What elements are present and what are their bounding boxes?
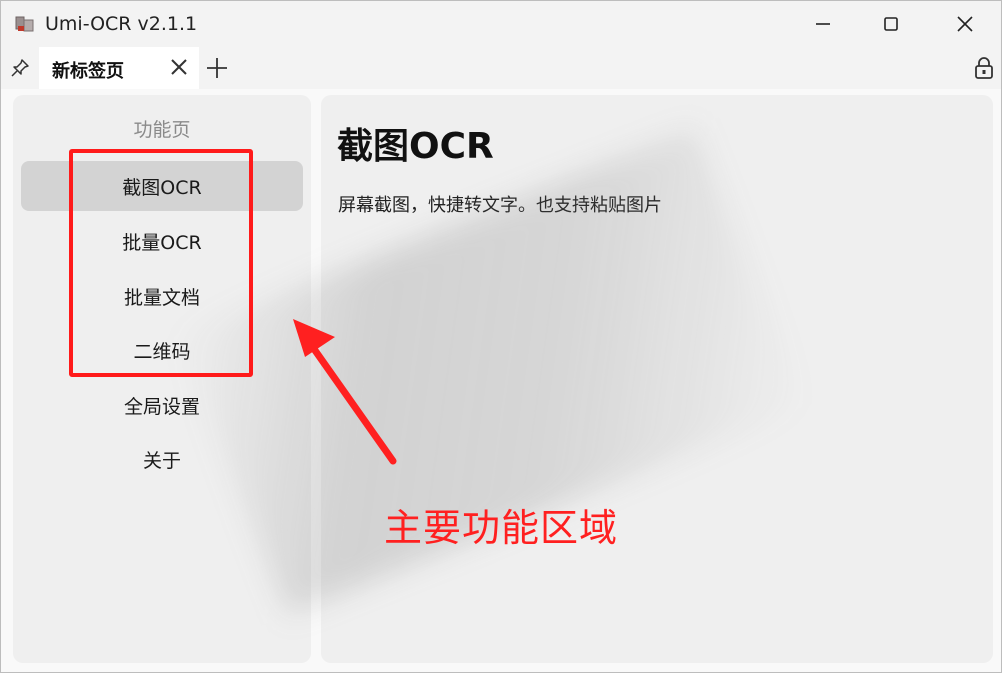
annotation-label: 主要功能区域 xyxy=(384,506,619,550)
arrow-icon xyxy=(293,319,397,465)
app-window: Umi-OCR v2.1.1 新标签页 功能页 截图OCR 批量OCR 批量文档… xyxy=(0,0,1002,673)
